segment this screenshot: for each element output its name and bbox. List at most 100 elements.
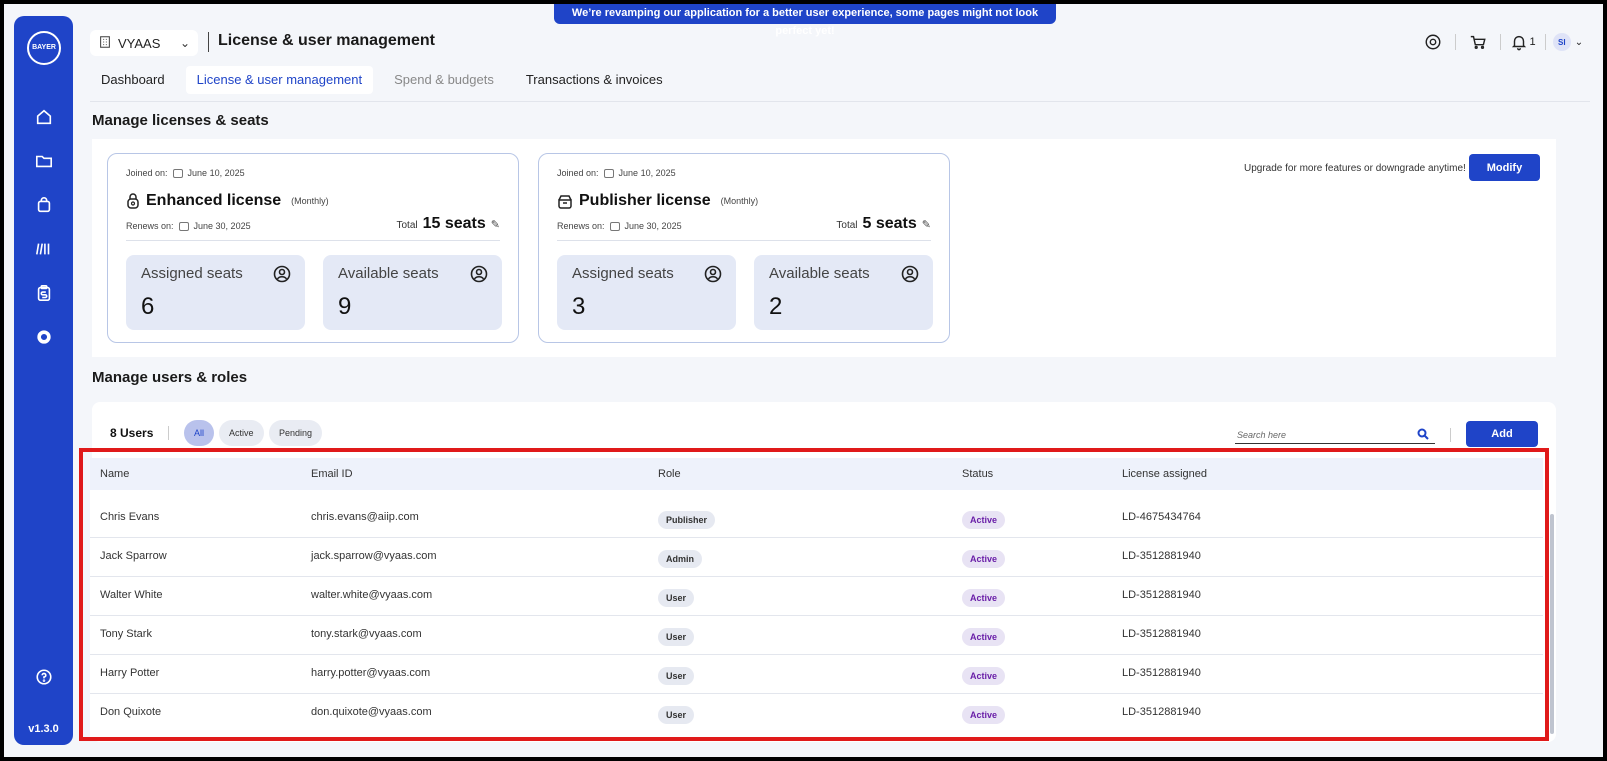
available-seats-value: 2	[769, 293, 783, 320]
search-input[interactable]: Search here	[1235, 424, 1435, 444]
licenses-panel: Joined on: June 10, 2025 Enhanced licens…	[92, 139, 1556, 357]
table-row[interactable]: Chris Evans chris.evans@aiip.com Publish…	[90, 499, 1543, 538]
edit-pencil-icon[interactable]: ✎	[491, 218, 500, 231]
calendar-icon	[609, 221, 620, 231]
license-name-row: Publisher license (Monthly)	[557, 192, 758, 210]
user-name: Jack Sparrow	[100, 550, 167, 562]
user-circle-icon	[901, 265, 919, 283]
renews-date: June 30, 2025	[624, 221, 682, 231]
building-icon	[98, 35, 112, 52]
user-name: Don Quixote	[100, 706, 162, 718]
bag-icon[interactable]	[33, 194, 55, 216]
assigned-seats-box: Assigned seats 3	[557, 255, 736, 330]
status-badge: Active	[962, 511, 1006, 529]
license-id: LD-3512881940	[1122, 667, 1201, 679]
role-badge: User	[658, 628, 695, 646]
total-seats: Total 15 seats ✎	[396, 215, 500, 233]
user-email: tony.stark@vyaas.com	[311, 628, 422, 640]
upgrade-text: Upgrade for more features or downgrade a…	[1244, 163, 1466, 174]
column-header-name[interactable]: Name	[100, 468, 129, 480]
assigned-seats-label: Assigned seats	[572, 265, 674, 282]
table-row[interactable]: Don Quixote don.quixote@vyaas.com User A…	[90, 694, 1543, 733]
help-icon[interactable]	[33, 666, 55, 688]
joined-label: Joined on:	[557, 168, 599, 178]
add-user-button[interactable]: Add	[1466, 421, 1538, 447]
column-header-email[interactable]: Email ID	[311, 468, 353, 480]
total-seats-value: 15 seats	[422, 215, 486, 232]
renews-label: Renews on:	[557, 221, 605, 231]
available-seats-label: Available seats	[769, 265, 870, 282]
user-email: harry.potter@vyaas.com	[311, 667, 431, 679]
user-circle-icon	[273, 265, 291, 283]
calendar-icon	[603, 168, 614, 178]
table-row[interactable]: Jack Sparrow jack.sparrow@vyaas.com Admi…	[90, 538, 1543, 577]
org-selector[interactable]: VYAAS ⌄	[90, 30, 198, 56]
renews-date: June 30, 2025	[193, 221, 251, 231]
total-label: Total	[836, 220, 858, 231]
library-icon[interactable]	[33, 238, 55, 260]
license-name: Publisher license	[579, 192, 711, 209]
renews-on: Renews on: June 30, 2025	[557, 221, 682, 231]
clipboard-dollar-icon[interactable]	[33, 282, 55, 304]
users-count: 8 Users	[110, 426, 154, 440]
publisher-box-icon	[558, 195, 572, 209]
search-icon[interactable]	[1417, 428, 1429, 440]
license-card-publisher: Joined on: June 10, 2025 Publisher licen…	[538, 153, 950, 343]
user-email: chris.evans@aiip.com	[311, 511, 419, 523]
folder-icon[interactable]	[33, 150, 55, 172]
total-seats-value: 5 seats	[862, 215, 917, 232]
sidebar: BAYER v1.3.0	[14, 16, 73, 745]
home-icon[interactable]	[33, 106, 55, 128]
available-seats-box: Available seats 9	[323, 255, 502, 330]
user-name: Chris Evans	[100, 511, 160, 523]
total-label: Total	[396, 220, 418, 231]
notifications-button[interactable]: 1	[1501, 28, 1545, 56]
tab-dashboard[interactable]: Dashboard	[90, 66, 176, 94]
license-name-row: Enhanced license (Monthly)	[126, 192, 329, 210]
cart-icon[interactable]	[1456, 28, 1500, 56]
column-header-role[interactable]: Role	[658, 468, 681, 480]
license-id: LD-3512881940	[1122, 589, 1201, 601]
joined-date: June 10, 2025	[618, 168, 676, 178]
assigned-seats-box: Assigned seats 6	[126, 255, 305, 330]
assigned-seats-label: Assigned seats	[141, 265, 243, 282]
tab-transactions-invoices[interactable]: Transactions & invoices	[515, 66, 674, 94]
main-tabs: Dashboard License & user management Spen…	[90, 66, 1590, 102]
top-header: VYAAS ⌄ License & user management 1 SI ⌄	[90, 24, 1590, 64]
bell-icon	[1512, 35, 1527, 51]
user-email: don.quixote@vyaas.com	[311, 706, 432, 718]
licenses-section-title: Manage licenses & seats	[92, 112, 269, 129]
filter-pending[interactable]: Pending	[269, 420, 323, 446]
tab-spend-budgets[interactable]: Spend & budgets	[383, 66, 505, 94]
modify-button[interactable]: Modify	[1469, 154, 1540, 181]
settings-gear-icon[interactable]	[33, 326, 55, 348]
chevron-down-icon: ⌄	[179, 36, 190, 50]
card-divider	[557, 240, 931, 241]
bayer-logo: BAYER	[27, 31, 61, 65]
filter-all[interactable]: All	[184, 420, 215, 446]
license-id: LD-4675434764	[1122, 511, 1201, 523]
table-row[interactable]: Walter White walter.white@vyaas.com User…	[90, 577, 1543, 616]
renews-label: Renews on:	[126, 221, 174, 231]
column-header-license[interactable]: License assigned	[1122, 468, 1207, 480]
support-icon[interactable]	[1411, 28, 1455, 56]
available-seats-label: Available seats	[338, 265, 439, 282]
tab-license-user-management[interactable]: License & user management	[185, 66, 374, 94]
table-row[interactable]: Tony Stark tony.stark@vyaas.com User Act…	[90, 616, 1543, 655]
divider	[168, 426, 169, 440]
status-badge: Active	[962, 706, 1006, 724]
filter-active[interactable]: Active	[219, 420, 264, 446]
column-header-status[interactable]: Status	[962, 468, 993, 480]
renews-on: Renews on: June 30, 2025	[126, 221, 251, 231]
user-menu[interactable]: SI ⌄	[1546, 28, 1590, 56]
chevron-down-icon: ⌄	[1574, 36, 1584, 48]
assigned-seats-value: 6	[141, 293, 155, 320]
divider	[1450, 428, 1451, 442]
joined-label: Joined on:	[126, 168, 168, 178]
scrollbar[interactable]	[1550, 514, 1554, 734]
license-id: LD-3512881940	[1122, 706, 1201, 718]
table-row[interactable]: Harry Potter harry.potter@vyaas.com User…	[90, 655, 1543, 694]
users-table: Name Email ID Role Status License assign…	[90, 458, 1543, 740]
edit-pencil-icon[interactable]: ✎	[922, 218, 931, 231]
license-period: (Monthly)	[291, 196, 329, 206]
